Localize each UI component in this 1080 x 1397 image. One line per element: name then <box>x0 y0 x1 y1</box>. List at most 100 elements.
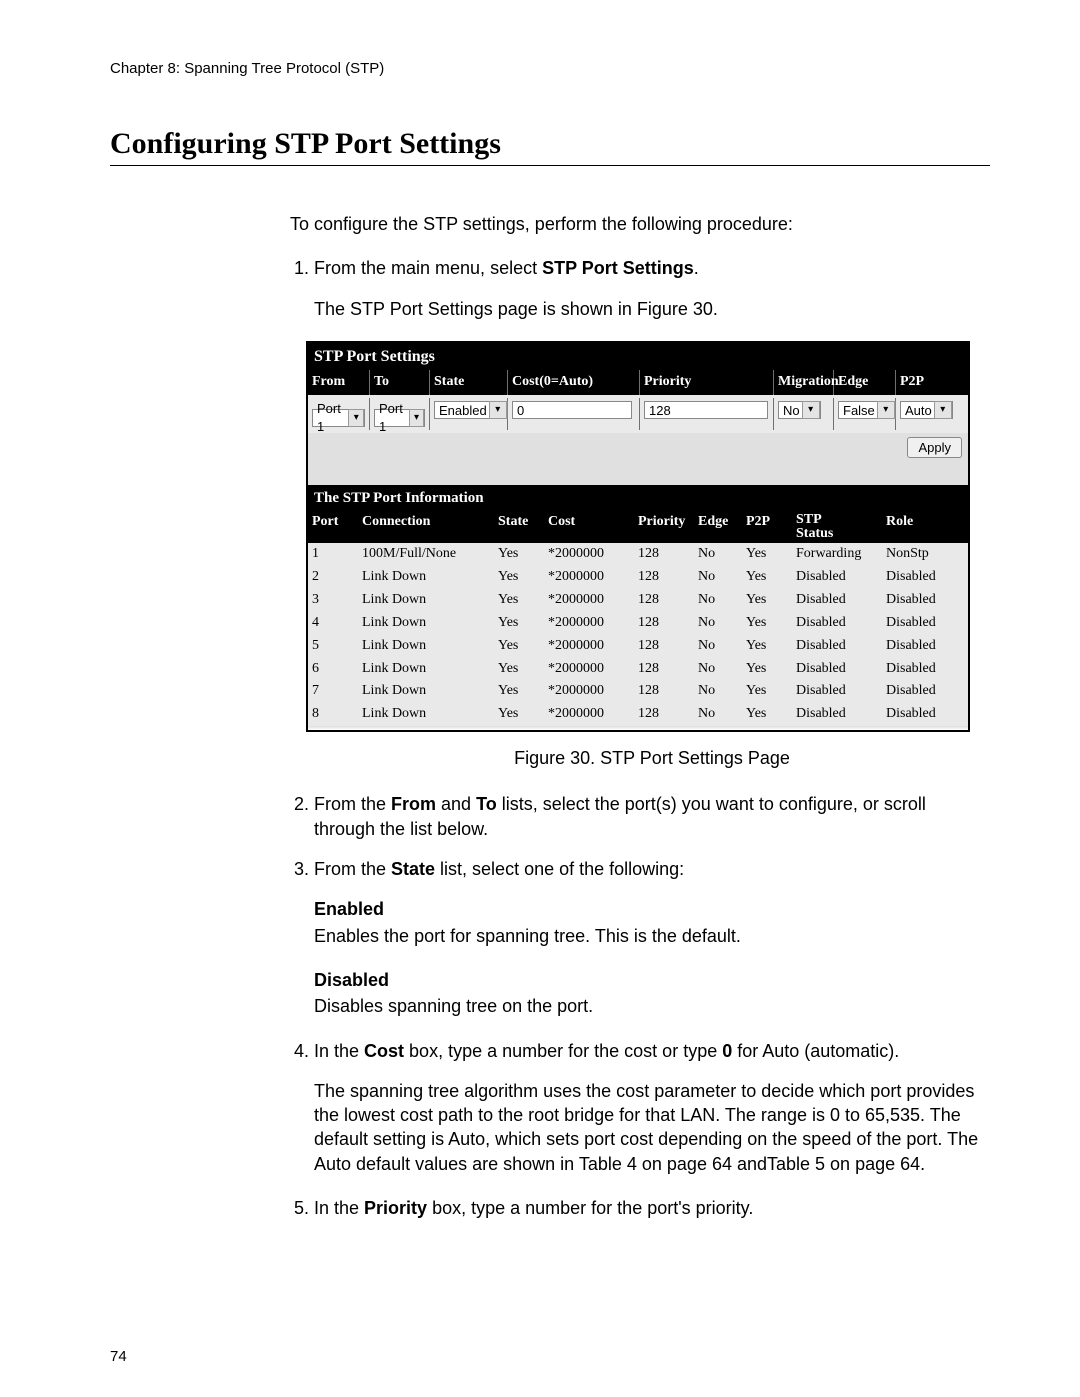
chevron-down-icon[interactable]: ▾ <box>348 409 364 427</box>
cell-cost: *2000000 <box>544 703 634 726</box>
step-4-b2: 0 <box>722 1041 732 1061</box>
cell-connection: Link Down <box>358 635 494 658</box>
to-cell: Port 1 ▾ <box>370 398 430 430</box>
step-3-a: From the <box>314 859 391 879</box>
step-5: In the Priority box, type a number for t… <box>314 1196 990 1220</box>
cell-p2p: Yes <box>742 543 792 566</box>
table-row: 6Link DownYes*2000000128NoYesDisabledDis… <box>308 658 968 681</box>
cell-priority: 128 <box>634 612 694 635</box>
hdr-p2p: P2P <box>896 370 956 395</box>
priority-input[interactable]: 128 <box>644 401 768 419</box>
cell-role: Disabled <box>882 680 962 703</box>
hdr-migration: Migration <box>774 370 834 395</box>
step-4-a: In the <box>314 1041 364 1061</box>
cell-role: Disabled <box>882 589 962 612</box>
edge-select-value: False <box>843 402 875 420</box>
table-row: 5Link DownYes*2000000128NoYesDisabledDis… <box>308 635 968 658</box>
chevron-down-icon[interactable]: ▾ <box>877 401 895 419</box>
ihdr-role: Role <box>882 511 962 543</box>
hdr-priority: Priority <box>640 370 774 395</box>
step-1-text-b: . <box>694 258 699 278</box>
p2p-select[interactable]: Auto ▾ <box>900 401 953 419</box>
from-select[interactable]: Port 1 ▾ <box>312 409 365 427</box>
cell-p2p: Yes <box>742 589 792 612</box>
cell-stp-status: Disabled <box>792 703 882 726</box>
cell-edge: No <box>694 658 742 681</box>
from-cell: Port 1 ▾ <box>308 398 370 430</box>
edge-select[interactable]: False ▾ <box>838 401 896 419</box>
cell-port: 2 <box>308 566 358 589</box>
ihdr-connection: Connection <box>358 511 494 543</box>
cell-state: Yes <box>494 635 544 658</box>
cell-port: 6 <box>308 658 358 681</box>
migration-select-value: No <box>783 402 800 420</box>
cell-role: Disabled <box>882 612 962 635</box>
info-rows-container: 1100M/Full/NoneYes*2000000128NoYesForwar… <box>308 543 968 726</box>
table-row: 7Link DownYes*2000000128NoYesDisabledDis… <box>308 680 968 703</box>
step-3-bold: State <box>391 859 435 879</box>
apply-button[interactable]: Apply <box>907 437 962 459</box>
ihdr-stp-b: Status <box>796 527 878 541</box>
apply-row: Apply <box>308 433 968 463</box>
cell-stp-status: Disabled <box>792 658 882 681</box>
cell-cost: *2000000 <box>544 612 634 635</box>
table-row: 8Link DownYes*2000000128NoYesDisabledDis… <box>308 703 968 726</box>
cell-state: Yes <box>494 589 544 612</box>
cell-edge: No <box>694 680 742 703</box>
chevron-down-icon[interactable]: ▾ <box>409 409 424 427</box>
ihdr-cost: Cost <box>544 511 634 543</box>
step-2: From the From and To lists, select the p… <box>314 792 990 841</box>
ihdr-state: State <box>494 511 544 543</box>
to-select-value: Port 1 <box>379 400 407 435</box>
cell-stp-status: Disabled <box>792 635 882 658</box>
cell-stp-status: Forwarding <box>792 543 882 566</box>
cell-priority: 128 <box>634 589 694 612</box>
state-select[interactable]: Enabled ▾ <box>434 401 508 419</box>
figure-caption: Figure 30. STP Port Settings Page <box>314 746 990 770</box>
edge-cell: False ▾ <box>834 398 896 430</box>
hdr-from: From <box>308 370 370 395</box>
hdr-state: State <box>430 370 508 395</box>
cell-state: Yes <box>494 703 544 726</box>
p2p-cell: Auto ▾ <box>896 398 956 430</box>
from-select-value: Port 1 <box>317 400 346 435</box>
cell-cost: *2000000 <box>544 635 634 658</box>
step-2-a: From the <box>314 794 391 814</box>
step-5-a: In the <box>314 1198 364 1218</box>
cell-edge: No <box>694 703 742 726</box>
cell-port: 7 <box>308 680 358 703</box>
chevron-down-icon[interactable]: ▾ <box>489 401 507 419</box>
cost-input[interactable]: 0 <box>512 401 632 419</box>
priority-cell: 128 <box>640 398 774 430</box>
chevron-down-icon[interactable]: ▾ <box>934 401 952 419</box>
step-5-c: box, type a number for the port's priori… <box>427 1198 753 1218</box>
cell-stp-status: Disabled <box>792 566 882 589</box>
migration-select[interactable]: No ▾ <box>778 401 821 419</box>
step-1-bold: STP Port Settings <box>542 258 694 278</box>
cost-cell: 0 <box>508 398 640 430</box>
cell-connection: 100M/Full/None <box>358 543 494 566</box>
stp-settings-screenshot: STP Port Settings From To State Cost(0=A… <box>306 341 970 732</box>
cell-p2p: Yes <box>742 658 792 681</box>
cell-priority: 128 <box>634 680 694 703</box>
table-row: 4Link DownYes*2000000128NoYesDisabledDis… <box>308 612 968 635</box>
hdr-to: To <box>370 370 430 395</box>
info-title-bar: The STP Port Information <box>308 485 968 511</box>
migration-cell: No ▾ <box>774 398 834 430</box>
step-1-result: The STP Port Settings page is shown in F… <box>314 297 990 321</box>
ihdr-stp-a: STP <box>796 513 878 527</box>
cell-cost: *2000000 <box>544 680 634 703</box>
chevron-down-icon[interactable]: ▾ <box>802 401 820 419</box>
step-2-b1: From <box>391 794 436 814</box>
to-select[interactable]: Port 1 ▾ <box>374 409 425 427</box>
disabled-desc: Disables spanning tree on the port. <box>314 994 990 1018</box>
cell-priority: 128 <box>634 543 694 566</box>
enabled-head: Enabled <box>314 897 990 921</box>
cell-port: 8 <box>308 703 358 726</box>
cell-role: Disabled <box>882 658 962 681</box>
step-4-mid: box, type a number for the cost or type <box>404 1041 722 1061</box>
screenshot-bottom-edge <box>308 726 968 730</box>
cell-connection: Link Down <box>358 612 494 635</box>
step-1: From the main menu, select STP Port Sett… <box>314 256 990 770</box>
cell-connection: Link Down <box>358 566 494 589</box>
